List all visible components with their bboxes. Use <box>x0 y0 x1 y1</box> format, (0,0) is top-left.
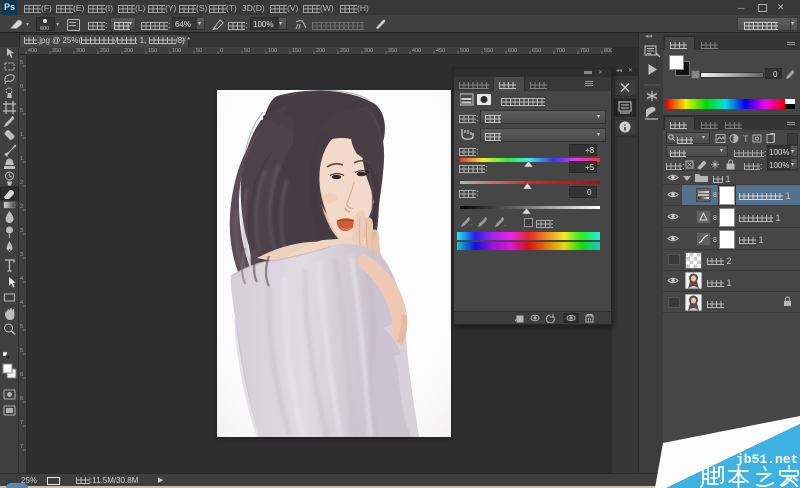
svg-text:6: 6 <box>20 396 23 402</box>
svg-text:250: 250 <box>100 48 109 54</box>
svg-text:200: 200 <box>316 48 325 54</box>
svg-text:600: 600 <box>508 48 517 54</box>
svg-text:450: 450 <box>436 48 445 54</box>
svg-text:150: 150 <box>292 48 301 54</box>
svg-text:750: 750 <box>580 48 589 54</box>
svg-text:7: 7 <box>20 444 23 450</box>
svg-text:+: + <box>470 223 474 228</box>
svg-text:350: 350 <box>388 48 397 54</box>
svg-text:100: 100 <box>172 48 181 54</box>
svg-text:1: 1 <box>20 156 23 162</box>
svg-text:0: 0 <box>220 48 223 54</box>
svg-text:800: 800 <box>604 48 612 54</box>
svg-text:50: 50 <box>196 48 202 54</box>
svg-text:0: 0 <box>20 84 23 90</box>
svg-text:1: 1 <box>20 132 23 138</box>
svg-text:650: 650 <box>532 48 541 54</box>
svg-text:2: 2 <box>20 204 23 210</box>
svg-text:3: 3 <box>20 252 23 258</box>
svg-text:50: 50 <box>244 48 250 54</box>
svg-text:2: 2 <box>20 180 23 186</box>
svg-text:6: 6 <box>20 372 23 378</box>
svg-text:5: 5 <box>20 324 23 330</box>
svg-text:3: 3 <box>20 228 23 234</box>
svg-text:100: 100 <box>268 48 277 54</box>
svg-text:7: 7 <box>20 420 23 426</box>
svg-text:400: 400 <box>412 48 421 54</box>
svg-text:5: 5 <box>20 60 23 66</box>
svg-text:-: - <box>504 223 506 228</box>
svg-text:250: 250 <box>340 48 349 54</box>
svg-text:jb51.net: jb51.net <box>736 452 798 467</box>
svg-text:4: 4 <box>20 300 23 306</box>
svg-text:200: 200 <box>124 48 133 54</box>
svg-text:300: 300 <box>364 48 373 54</box>
svg-text:5: 5 <box>20 108 23 114</box>
svg-text:300: 300 <box>76 48 85 54</box>
svg-text:500: 500 <box>460 48 469 54</box>
svg-text:150: 150 <box>148 48 157 54</box>
svg-text:T: T <box>743 134 749 144</box>
svg-text:550: 550 <box>484 48 493 54</box>
svg-text:700: 700 <box>556 48 565 54</box>
svg-text:350: 350 <box>52 48 61 54</box>
svg-text:5: 5 <box>20 348 23 354</box>
svg-text:4: 4 <box>20 276 23 282</box>
svg-text:400: 400 <box>28 48 37 54</box>
